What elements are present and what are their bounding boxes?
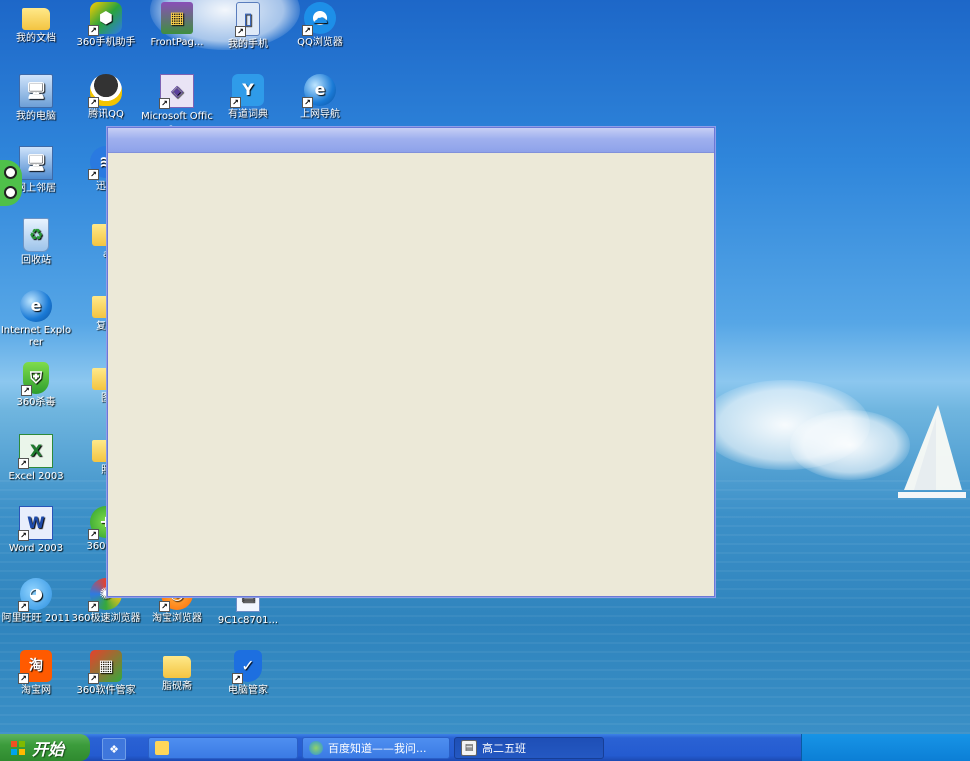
taskbar-button-baidu-zhidao[interactable]: 百度知道——我问... [302,737,450,759]
internet-explorer-icon: e [20,290,52,322]
360-phone-assistant-icon: ⬢ ↗ [88,2,122,36]
desktop-icon-360-antivirus[interactable]: ⛨ ↗ 360杀毒 [0,362,72,409]
phone-icon: ▯ ↗ [235,2,260,37]
ms-office-icon: ◈ ↗ [159,74,194,109]
desktop-icon-internet-explorer[interactable]: e Internet Explorer [0,290,72,349]
desktop-icon-my-computer[interactable]: 🖥 我的电脑 [0,74,72,123]
desktop-icon-folder-zhiyanzhai[interactable]: 脂砚斋 [141,650,213,693]
desktop-icon-aliwangwang[interactable]: ◕ ↗ 阿里旺旺 2011 [0,578,72,625]
desktop-icon-qq-browser[interactable]: ☁ ↗ QQ浏览器 [284,2,356,49]
taobao-icon: 淘 ↗ [18,650,52,684]
qq-penguin-icon: ↗ [88,74,122,108]
blank-window[interactable] [107,127,715,597]
360-antivirus-icon: ⛨ ↗ [21,362,49,396]
mascot-widget[interactable] [0,160,22,206]
recycle-bin-icon: ♻ [23,218,49,252]
mascot-eye [4,166,17,179]
desktop-icon-pc-manager[interactable]: ✓ ↗ 电脑管家 [212,650,284,697]
taskbar-button-folder[interactable] [148,737,298,759]
desktop-icon-internet-nav[interactable]: e ↗ 上网导航 [284,74,356,121]
desktop-icon-360-software-manager[interactable]: ▦ ↗ 360软件管家 [70,650,142,697]
desktop-icon-360-phone-assistant[interactable]: ⬢ ↗ 360手机助手 [70,2,142,49]
window-content [108,153,714,596]
youdao-dict-icon: Y ↗ [230,74,264,108]
360-quicklaunch-icon: ❖ [109,742,119,756]
my-computer-icon: 🖥 [19,74,53,108]
winrar-archive-icon: ▦ [161,2,193,34]
my-documents-icon [22,8,50,30]
desktop-icon-my-documents[interactable]: 我的文档 [0,2,72,45]
quicklaunch-360[interactable]: ❖ [102,738,126,760]
network-neighborhood-icon: 🖥 [19,146,53,180]
document-icon: ▤ [461,740,477,756]
folder-icon [163,656,191,678]
desktop-icon-tencent-qq[interactable]: ↗ 腾讯QQ [70,74,142,121]
mascot-eye [4,186,17,199]
internet-nav-icon: e ↗ [302,74,336,108]
aliwangwang-icon: ◕ ↗ [18,578,52,612]
taskbar-button-gaoer-wuban[interactable]: ▤ 高二五班 [454,737,604,759]
taskbar: 开始 ❖ 百度知道——我问... ▤ 高二五班 [0,734,970,761]
browser-icon [309,741,323,755]
word-icon: W ↗ [18,506,53,541]
360-software-manager-icon: ▦ ↗ [88,650,122,684]
system-tray [801,734,970,761]
excel-icon: X ↗ [18,434,53,469]
pc-manager-icon: ✓ ↗ [232,650,262,684]
desktop-icon-ms-office[interactable]: ◈↗ Microsoft Office ... [141,74,213,135]
start-button[interactable]: 开始 [0,734,90,761]
start-label: 开始 [32,739,65,759]
windows-flag-icon [10,740,26,756]
desktop-icon-frontpage[interactable]: ▦ FrontPag... [141,2,213,49]
folder-icon [155,741,169,755]
window-titlebar[interactable] [108,128,714,153]
sailboat-image [898,405,966,498]
desktop-icon-word-2003[interactable]: W ↗ Word 2003 [0,506,72,555]
desktop-icon-youdao-dict[interactable]: Y ↗ 有道词典 [212,74,284,121]
desktop-icon-my-phone[interactable]: ▯ ↗ 我的手机 [212,2,284,51]
qq-browser-icon: ☁ ↗ [302,2,336,36]
desktop-icon-excel-2003[interactable]: X ↗ Excel 2003 [0,434,72,483]
desktop-icon-taobao[interactable]: 淘 ↗ 淘宝网 [0,650,72,697]
desktop-icon-recycle-bin[interactable]: ♻ 回收站 [0,218,72,267]
